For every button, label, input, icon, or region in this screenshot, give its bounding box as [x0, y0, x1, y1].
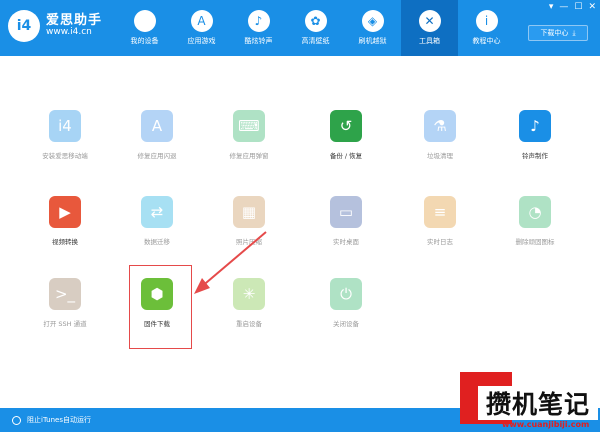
video-play-icon: ▶	[49, 196, 81, 228]
tool-bell-plus[interactable]: ♪ 铃声制作	[500, 110, 570, 160]
dropbox-icon: ◈	[361, 10, 384, 32]
main-nav: 我的设备 A 应用游戏 ♪ 酷炫铃声 ✿ 高清壁纸 ◈ 刷机越狱 ✕ 工具箱 i…	[116, 0, 515, 56]
tool-keyboard[interactable]: ⌨ 修复应用弹窗	[214, 110, 284, 160]
tool-backup-clock[interactable]: ↺ 备份 / 恢复	[311, 110, 381, 160]
block-itunes-toggle[interactable]	[12, 415, 21, 425]
broom-icon: ⚗	[424, 110, 456, 142]
tool-data-transfer[interactable]: ⇄ 数据迁移	[122, 196, 192, 246]
nav-tutorials[interactable]: i 教程中心	[458, 0, 515, 56]
menu-dropdown-icon[interactable]: ▾	[549, 2, 554, 12]
block-itunes-label: 阻止iTunes自动运行	[27, 416, 91, 424]
i4-logo-icon: i4	[8, 10, 40, 42]
tool-power[interactable]: ⏻ 关闭设备	[311, 278, 381, 328]
i4-app-icon: i4	[49, 110, 81, 142]
tool-label: 备份 / 恢复	[329, 152, 363, 160]
nav-flash-jailbreak[interactable]: ◈ 刷机越狱	[344, 0, 401, 56]
flower-icon: ✿	[304, 10, 327, 32]
tool-label: 删除顽固图标	[515, 238, 555, 246]
tools-icon: ✕	[418, 10, 441, 32]
nav-ringtones[interactable]: ♪ 酷炫铃声	[230, 0, 287, 56]
toolbox-grid: i4 安装爱思移动端 A 修复应用闪退 ⌨ 修复应用弹窗 ↺ 备份 / 恢复 ⚗ 垃圾清理 ♪ 铃声制…	[0, 56, 600, 408]
tool-label: 垃圾清理	[427, 152, 453, 160]
minimize-icon[interactable]: —	[559, 2, 568, 12]
tool-label: 数据迁移	[144, 238, 170, 246]
app-url: www.i4.cn	[46, 27, 92, 38]
tool-log[interactable]: ≡ 实时日志	[405, 196, 475, 246]
nav-apps-games[interactable]: A 应用游戏	[173, 0, 230, 56]
tool-label: 打开 SSH 通道	[43, 320, 87, 328]
tool-pie[interactable]: ◔ 删除顽固图标	[500, 196, 570, 246]
app-logo[interactable]: i4 爱思助手 www.i4.cn	[8, 10, 102, 42]
watermark: 攒机笔记 www.cuanjibiji.com	[460, 372, 600, 432]
tool-terminal[interactable]: >_ 打开 SSH 通道	[30, 278, 100, 328]
close-icon[interactable]: ✕	[588, 2, 596, 12]
tool-label: 修复应用闪退	[137, 152, 177, 160]
tool-broom[interactable]: ⚗ 垃圾清理	[405, 110, 475, 160]
tool-label: 关闭设备	[333, 320, 359, 328]
download-icon: ⤓	[572, 28, 576, 37]
tool-label: 视频转换	[52, 238, 78, 246]
nav-my-device[interactable]: 我的设备	[116, 0, 173, 56]
top-bar: i4 爱思助手 www.i4.cn 我的设备 A 应用游戏 ♪ 酷炫铃声 ✿ 高…	[0, 0, 600, 56]
apple-icon	[133, 10, 156, 32]
tool-video-play[interactable]: ▶ 视频转换	[30, 196, 100, 246]
nav-toolbox[interactable]: ✕ 工具箱	[401, 0, 458, 56]
tool-label: 重启设备	[236, 320, 262, 328]
keyboard-icon: ⌨	[233, 110, 265, 142]
window-controls: ▾ — ☐ ✕	[549, 2, 596, 12]
backup-clock-icon: ↺	[330, 110, 362, 142]
watermark-url: www.cuanjibiji.com	[502, 420, 590, 429]
bell-icon: ♪	[247, 10, 270, 32]
log-icon: ≡	[424, 196, 456, 228]
app-name: 爱思助手	[46, 12, 103, 28]
info-icon: i	[475, 10, 498, 32]
power-icon: ⏻	[330, 278, 362, 310]
nav-wallpapers[interactable]: ✿ 高清壁纸	[287, 0, 344, 56]
tool-app-store[interactable]: A 修复应用闪退	[122, 110, 192, 160]
annotation-arrow-icon	[194, 231, 267, 294]
data-transfer-icon: ⇄	[141, 196, 173, 228]
tool-label: 实时桌面	[333, 238, 359, 246]
tool-monitor[interactable]: ▭ 实时桌面	[311, 196, 381, 246]
monitor-icon: ▭	[330, 196, 362, 228]
tool-i4-app[interactable]: i4 安装爱思移动端	[30, 110, 100, 160]
app-store-icon: A	[141, 110, 173, 142]
watermark-text: 攒机笔记	[478, 386, 598, 420]
terminal-icon: >_	[49, 278, 81, 310]
photo-icon: ▦	[233, 196, 265, 228]
tool-label: 铃声制作	[522, 152, 548, 160]
pie-icon: ◔	[519, 196, 551, 228]
app-store-icon: A	[190, 10, 213, 32]
download-center-button[interactable]: 下载中心 ⤓	[528, 25, 588, 41]
tool-label: 实时日志	[427, 238, 453, 246]
tool-label: 安装爱思移动端	[42, 152, 88, 160]
tool-label: 修复应用弹窗	[229, 152, 269, 160]
bell-plus-icon: ♪	[519, 110, 551, 142]
firmware-highlight-box	[129, 265, 192, 349]
maximize-icon[interactable]: ☐	[574, 2, 582, 12]
